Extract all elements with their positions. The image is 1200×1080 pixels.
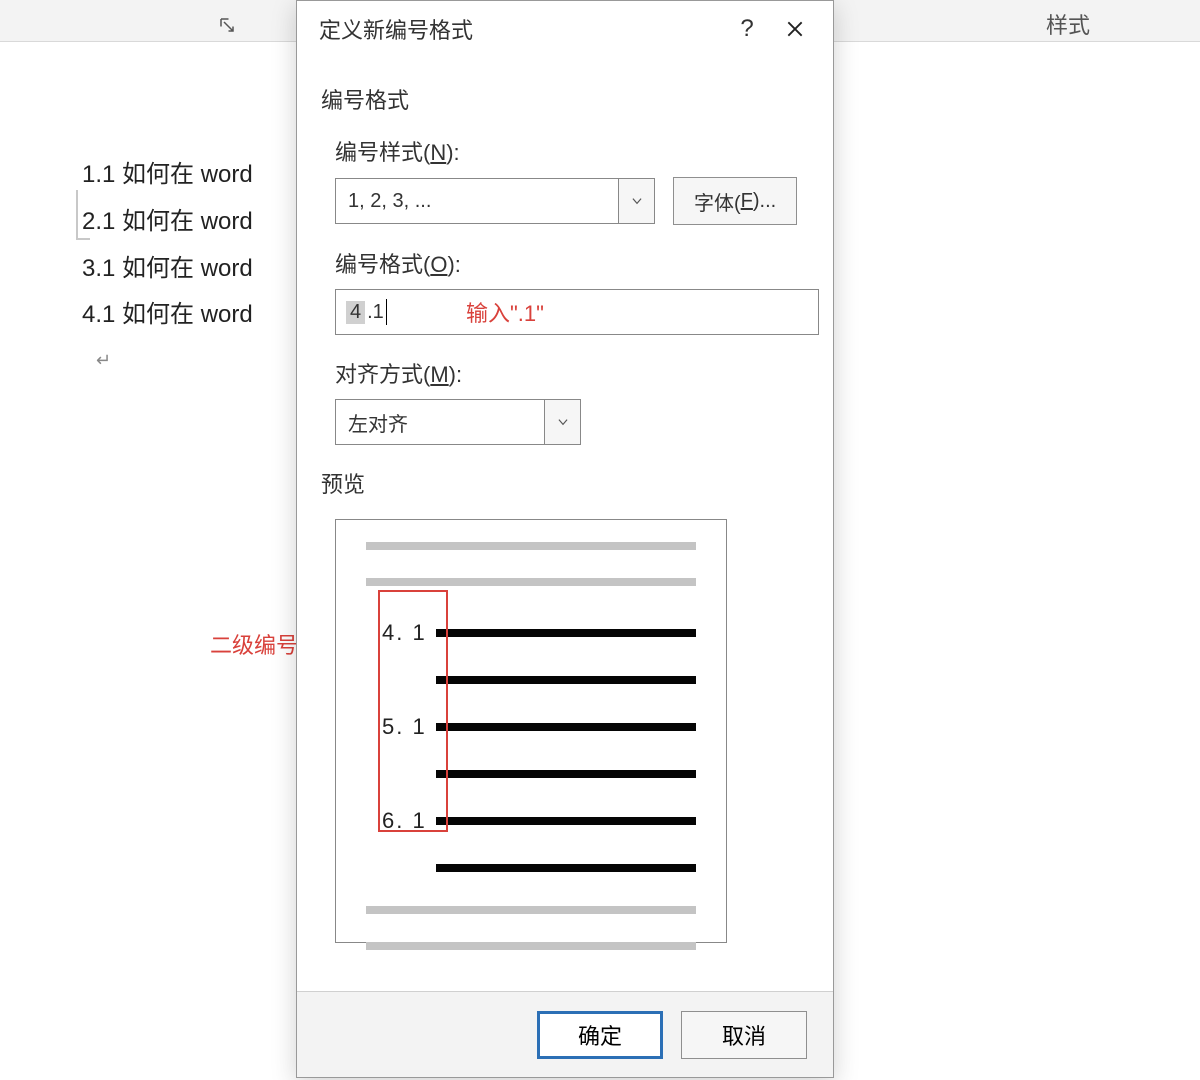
ok-button[interactable]: 确定	[537, 1011, 663, 1059]
number-format-input[interactable]: 4.1 输入".1"	[335, 289, 819, 335]
doc-line: 2.1 如何在 word	[82, 199, 300, 246]
dialog-title: 定义新编号格式	[319, 13, 473, 45]
preview-line	[366, 942, 696, 950]
cancel-button[interactable]: 取消	[681, 1011, 807, 1059]
cursor-corner-icon	[76, 190, 90, 240]
chevron-down-icon[interactable]	[618, 179, 654, 223]
section-preview: 预览	[321, 467, 809, 499]
annotation-input-hint: 输入".1"	[466, 296, 544, 328]
preview-line	[436, 676, 696, 684]
help-icon[interactable]: ?	[723, 8, 771, 50]
preview-box: 4. 1 5. 1 6. 1	[335, 519, 727, 943]
section-number-format: 编号格式	[321, 83, 809, 115]
text-caret	[386, 299, 387, 325]
close-icon[interactable]	[771, 8, 819, 50]
number-format-suffix: .1	[367, 301, 384, 324]
number-format-prefix: 4	[346, 301, 365, 324]
preview-line	[436, 817, 696, 825]
preview-line	[436, 864, 696, 872]
define-number-format-dialog: 定义新编号格式 ? 编号格式 编号样式(N): 1, 2, 3, ... 字体(…	[296, 0, 834, 1078]
document-body: 1.1 如何在 word 2.1 如何在 word 3.1 如何在 word 4…	[0, 42, 300, 378]
label-number-style: 编号样式(N):	[335, 135, 809, 167]
alignment-value: 左对齐	[336, 408, 544, 437]
preview-number: 5. 1	[366, 714, 436, 740]
preview-number: 6. 1	[366, 808, 436, 834]
number-style-combo[interactable]: 1, 2, 3, ...	[335, 178, 655, 224]
preview-line	[436, 770, 696, 778]
dialog-footer: 确定 取消	[297, 991, 833, 1077]
preview-line	[366, 542, 696, 550]
preview-number: 4. 1	[366, 620, 436, 646]
chevron-down-icon[interactable]	[544, 400, 580, 444]
annotation-second-level: 二级编号	[210, 628, 298, 660]
preview-line	[366, 906, 696, 914]
doc-line: 1.1 如何在 word	[82, 152, 300, 199]
dialog-launcher-icon[interactable]	[206, 6, 236, 34]
label-number-format: 编号格式(O):	[335, 247, 809, 279]
preview-line	[436, 723, 696, 731]
number-style-value: 1, 2, 3, ...	[336, 190, 618, 213]
doc-line: 3.1 如何在 word	[82, 246, 300, 293]
dialog-titlebar[interactable]: 定义新编号格式 ?	[297, 1, 833, 57]
ribbon-group-styles: 样式	[1046, 8, 1090, 40]
doc-line: 4.1 如何在 word	[82, 292, 300, 339]
alignment-combo[interactable]: 左对齐	[335, 399, 581, 445]
preview-numbered-item: 5. 1	[366, 714, 696, 740]
preview-line	[436, 629, 696, 637]
font-button[interactable]: 字体(F)...	[673, 177, 797, 225]
preview-numbered-item: 6. 1	[366, 808, 696, 834]
preview-line	[366, 578, 696, 586]
preview-numbered-item: 4. 1	[366, 620, 696, 646]
paragraph-mark-icon: ↵	[96, 343, 300, 378]
label-alignment: 对齐方式(M):	[335, 357, 809, 389]
